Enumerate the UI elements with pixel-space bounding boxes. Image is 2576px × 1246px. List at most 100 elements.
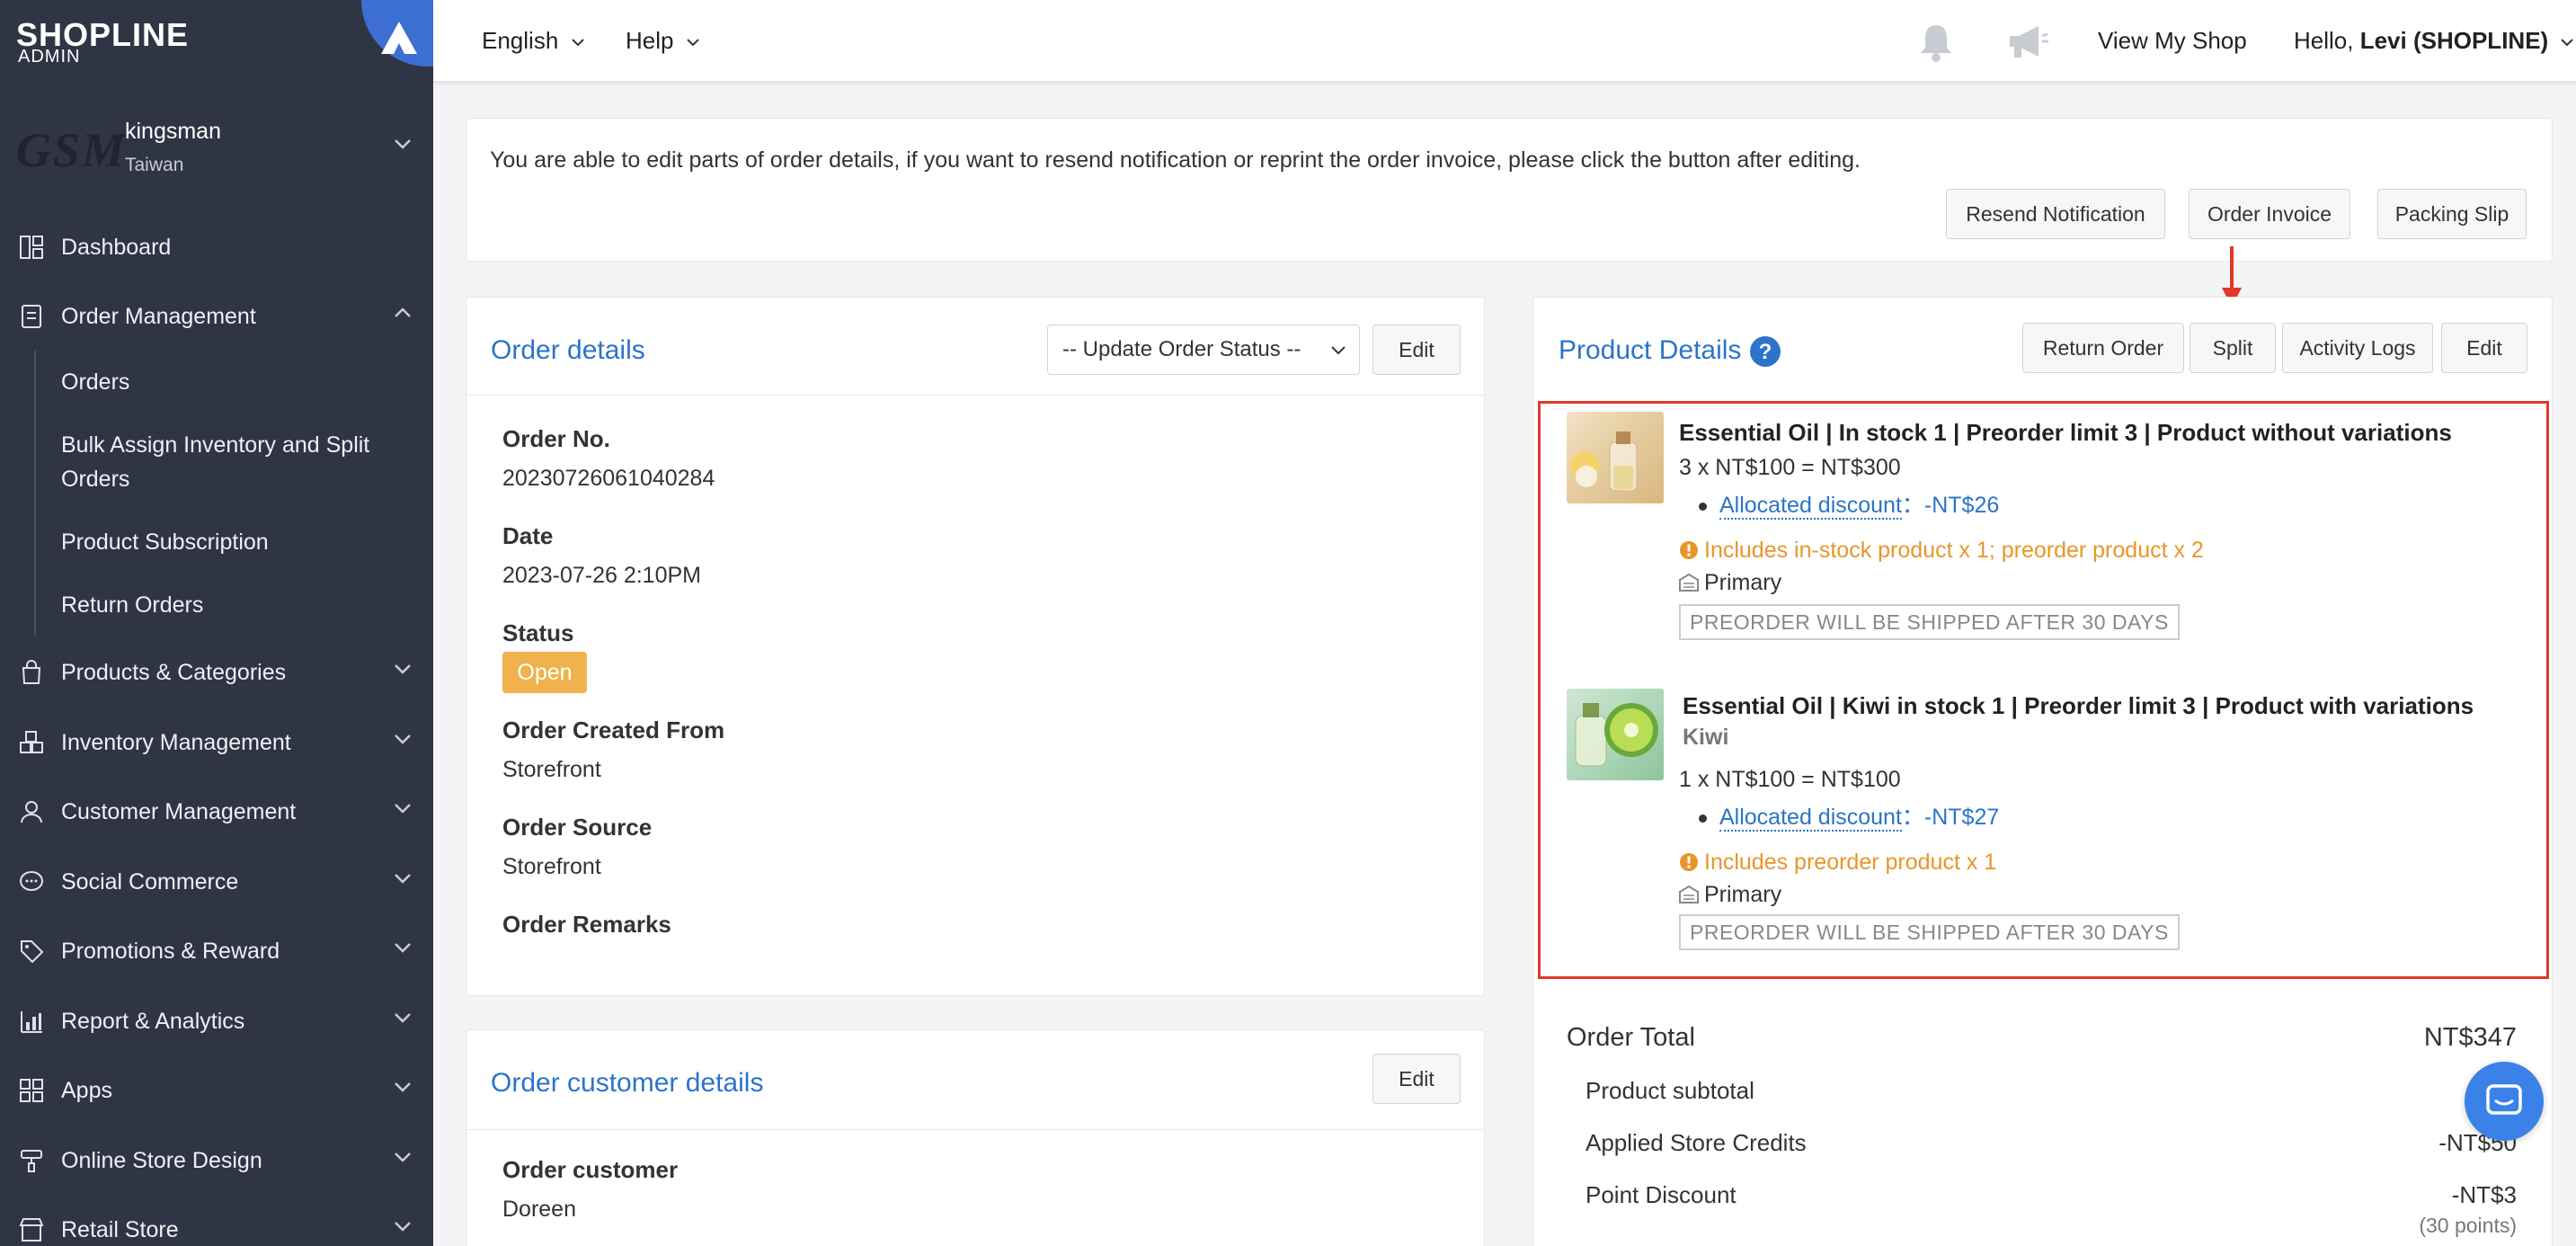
sidebar-item-label: Report & Analytics bbox=[61, 1008, 245, 1034]
stock-location-text: Primary bbox=[1704, 882, 1782, 907]
order-created-from-label: Order Created From bbox=[502, 716, 725, 743]
sidebar-item-social[interactable]: Social Commerce bbox=[0, 857, 433, 907]
order-details-title: Order details bbox=[491, 335, 645, 365]
order-invoice-button[interactable]: Order Invoice bbox=[2189, 189, 2350, 239]
language-label: English bbox=[482, 27, 559, 54]
divider bbox=[466, 1129, 1486, 1130]
chat-icon bbox=[16, 867, 47, 897]
chevron-down-icon bbox=[395, 1013, 411, 1023]
chevron-down-icon bbox=[395, 1082, 411, 1092]
stock-warning-text: Includes in-stock product x 1; preorder … bbox=[1704, 538, 2204, 563]
order-no-label: Order No. bbox=[502, 425, 610, 452]
sidebar-item-apps[interactable]: Apps bbox=[0, 1065, 433, 1116]
chevron-down-icon bbox=[395, 734, 411, 744]
product-thumbnail[interactable] bbox=[1567, 412, 1664, 503]
view-my-shop-link[interactable]: View My Shop bbox=[2098, 27, 2247, 55]
divider bbox=[466, 395, 1486, 396]
sidebar-item-inventory[interactable]: Inventory Management bbox=[0, 717, 433, 768]
product-edit-button[interactable]: Edit bbox=[2441, 323, 2527, 373]
sidebar-item-products[interactable]: Products & Categories bbox=[0, 647, 433, 698]
svg-text:?: ? bbox=[1759, 340, 1772, 364]
chevron-up-icon bbox=[395, 307, 411, 317]
sidebar-item-report[interactable]: Report & Analytics bbox=[0, 996, 433, 1046]
product-price-line: 3 x NT$100 = NT$300 bbox=[1679, 455, 1901, 480]
product-thumbnail[interactable] bbox=[1567, 689, 1664, 780]
megaphone-icon[interactable] bbox=[2006, 23, 2049, 59]
chevron-down-icon bbox=[1331, 346, 1346, 355]
sidebar-item-promotions[interactable]: Promotions & Reward bbox=[0, 926, 433, 976]
bell-icon[interactable] bbox=[1916, 22, 1956, 63]
notice-text: You are able to edit parts of order deta… bbox=[490, 147, 1861, 173]
help-dropdown[interactable]: Help bbox=[626, 27, 700, 55]
tag-icon bbox=[16, 936, 47, 966]
resend-notification-button[interactable]: Resend Notification bbox=[1946, 189, 2165, 239]
point-discount-note: (30 points) bbox=[2419, 1214, 2517, 1237]
language-dropdown[interactable]: English bbox=[482, 27, 585, 55]
order-source-label: Order Source bbox=[502, 814, 653, 841]
sidebar-item-label: Social Commerce bbox=[61, 868, 239, 894]
sidebar-subitem-orders[interactable]: Orders bbox=[61, 365, 403, 399]
sidebar: SHOPLINE ADMIN GSM kingsman Taiwan Dashb… bbox=[0, 0, 433, 1246]
sidebar-item-online-store-design[interactable]: Online Store Design bbox=[0, 1135, 433, 1186]
sidebar-item-order-management[interactable]: Order Management bbox=[0, 291, 433, 342]
sidebar-item-label: Dashboard bbox=[61, 234, 172, 260]
logo-subtitle: ADMIN bbox=[18, 47, 81, 67]
update-order-status-select[interactable]: -- Update Order Status -- bbox=[1047, 325, 1360, 375]
warehouse-icon bbox=[1679, 573, 1699, 592]
dashboard-icon bbox=[16, 232, 47, 263]
stock-warning: Includes preorder product x 1 bbox=[1679, 850, 1996, 876]
store-icon bbox=[16, 1215, 47, 1245]
product-title[interactable]: Essential Oil | Kiwi in stock 1 | Preord… bbox=[1683, 692, 2474, 720]
status-select-value: -- Update Order Status -- bbox=[1062, 337, 1301, 361]
activity-logs-button[interactable]: Activity Logs bbox=[2282, 323, 2433, 373]
chat-bubble-icon bbox=[2486, 1084, 2522, 1115]
chevron-down-icon bbox=[395, 874, 411, 884]
allocated-discount-link[interactable]: Allocated discount bbox=[1719, 493, 1902, 520]
preorder-note: PREORDER WILL BE SHIPPED AFTER 30 DAYS bbox=[1679, 914, 2180, 950]
sidebar-item-retail-store[interactable]: Retail Store bbox=[0, 1205, 433, 1246]
sidebar-item-label: Order Management bbox=[61, 303, 256, 329]
return-order-button[interactable]: Return Order bbox=[2022, 323, 2184, 373]
date-label: Date bbox=[502, 522, 554, 549]
allocated-discount-link[interactable]: Allocated discount bbox=[1719, 805, 1902, 832]
product-subtotal-label: Product subtotal bbox=[1586, 1077, 1754, 1104]
chevron-down-icon bbox=[395, 943, 411, 953]
sidebar-subitem-product-subscription[interactable]: Product Subscription bbox=[61, 525, 403, 559]
sidebar-item-customer[interactable]: Customer Management bbox=[0, 787, 433, 837]
collapse-corner[interactable] bbox=[361, 0, 433, 67]
product-title[interactable]: Essential Oil | In stock 1 | Preorder li… bbox=[1679, 419, 2452, 447]
help-question-icon[interactable]: ? bbox=[1749, 335, 1781, 368]
chevron-down-icon bbox=[2561, 39, 2574, 47]
allocated-discount-value: ：-NT$27 bbox=[1901, 805, 2000, 830]
sidebar-subitem-bulk-assign[interactable]: Bulk Assign Inventory and Split Orders bbox=[61, 428, 403, 496]
order-created-from-value: Storefront bbox=[502, 757, 601, 782]
essential-oil-bottle-icon bbox=[1570, 432, 1638, 492]
sidebar-item-dashboard[interactable]: Dashboard bbox=[0, 222, 433, 272]
bullet bbox=[1699, 502, 1707, 511]
product-variation: Kiwi bbox=[1683, 725, 1729, 750]
user-icon bbox=[16, 797, 47, 827]
apps-icon bbox=[16, 1075, 47, 1106]
order-details-edit-button[interactable]: Edit bbox=[1372, 325, 1461, 375]
sidebar-subitem-return-orders[interactable]: Return Orders bbox=[61, 588, 403, 622]
order-total-label: Order Total bbox=[1567, 1023, 1695, 1052]
point-discount-label: Point Discount bbox=[1586, 1181, 1737, 1208]
chart-icon bbox=[16, 1006, 47, 1037]
sidebar-item-label: Products & Categories bbox=[61, 659, 287, 685]
logo-bar: SHOPLINE ADMIN bbox=[0, 0, 433, 83]
sidebar-item-label: Promotions & Reward bbox=[61, 938, 280, 964]
packing-slip-button[interactable]: Packing Slip bbox=[2377, 189, 2527, 239]
allocated-discount: Allocated discount：-NT$26 bbox=[1699, 487, 1999, 520]
store-switcher[interactable]: GSM kingsman Taiwan bbox=[0, 101, 433, 194]
hello-label: Hello, bbox=[2294, 27, 2354, 54]
order-icon bbox=[16, 301, 47, 332]
customer-edit-button[interactable]: Edit bbox=[1372, 1054, 1461, 1104]
user-menu[interactable]: Hello, Levi (SHOPLINE) bbox=[2294, 27, 2574, 55]
inventory-icon bbox=[16, 727, 47, 758]
preorder-note: PREORDER WILL BE SHIPPED AFTER 30 DAYS bbox=[1679, 604, 2180, 640]
help-label: Help bbox=[626, 27, 674, 54]
chevron-down-icon bbox=[395, 1153, 411, 1162]
split-button[interactable]: Split bbox=[2190, 323, 2276, 373]
allocated-discount: Allocated discount：-NT$27 bbox=[1699, 799, 1999, 832]
support-chat-button[interactable] bbox=[2465, 1062, 2544, 1141]
